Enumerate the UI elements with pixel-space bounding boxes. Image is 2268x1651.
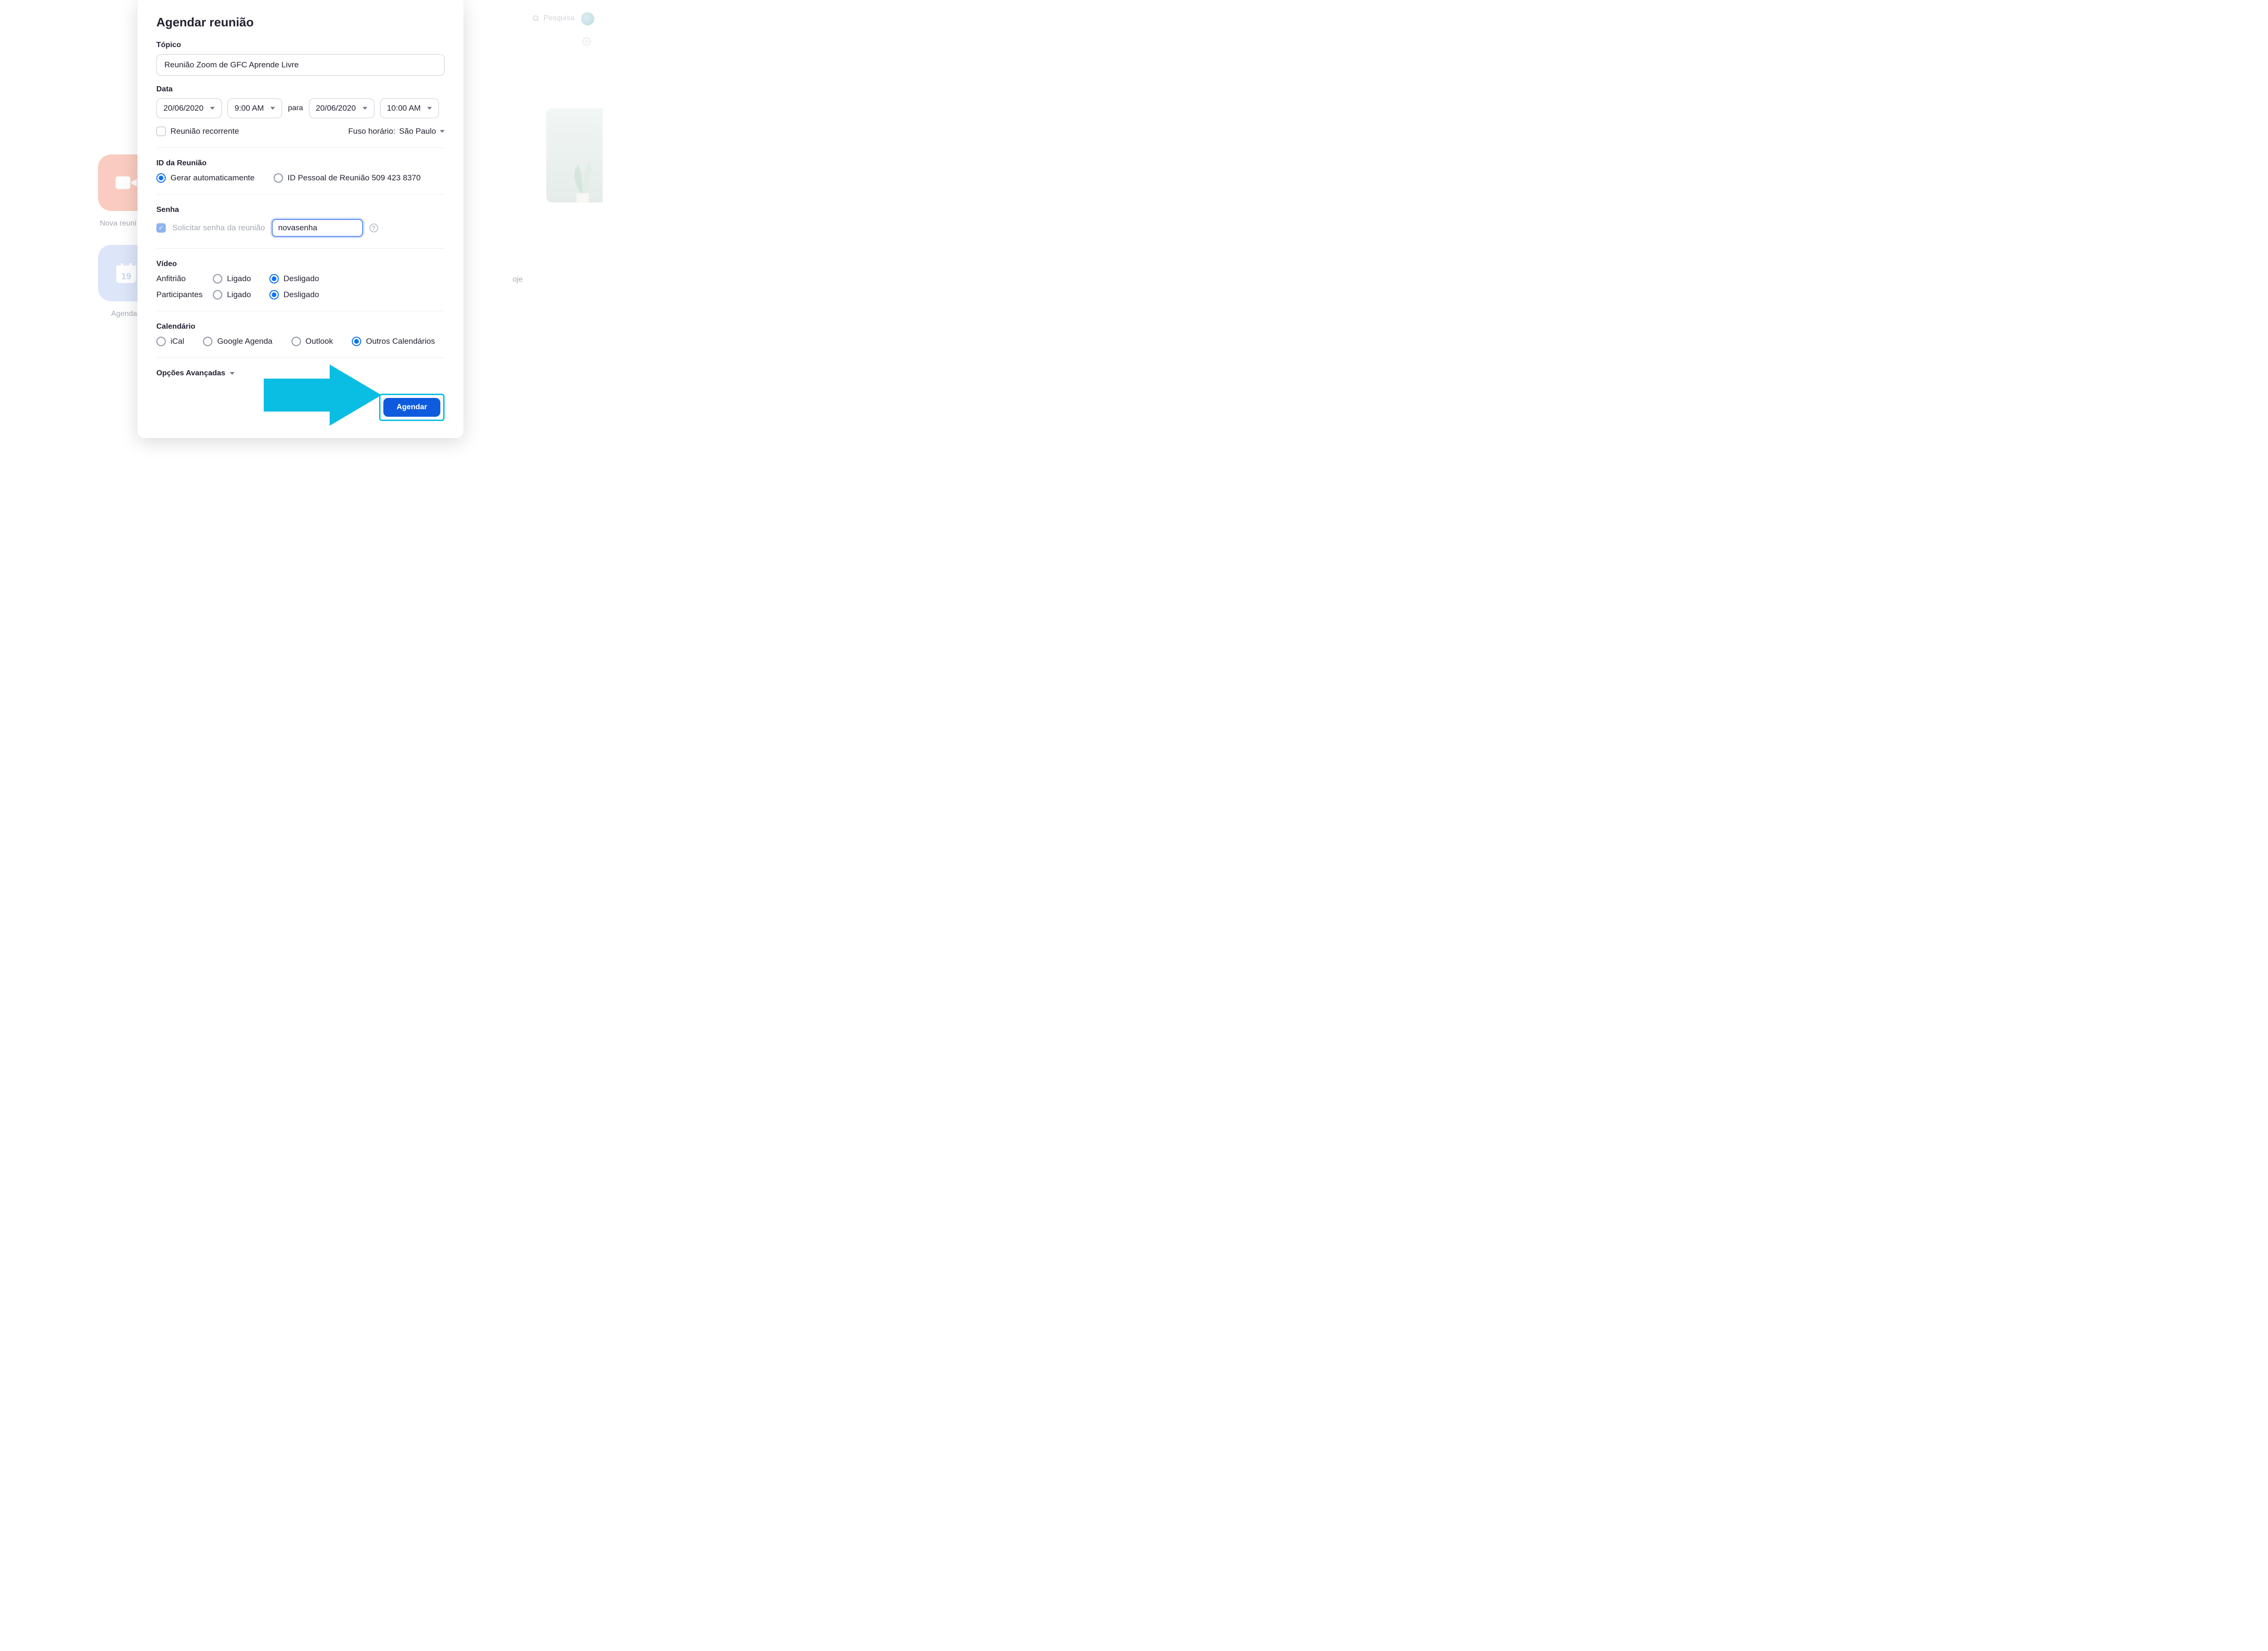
search-icon xyxy=(532,15,540,22)
radio-icon xyxy=(156,173,166,183)
schedule-tile-label: Agendar xyxy=(111,310,140,318)
chevron-down-icon xyxy=(427,107,432,110)
schedule-button[interactable]: Agendar xyxy=(383,398,440,417)
start-time-dropdown[interactable]: 9:00 AM xyxy=(227,98,282,118)
radio-icon xyxy=(274,173,283,183)
recurring-label: Reunião recorrente xyxy=(170,127,239,136)
globe-icon xyxy=(581,12,594,25)
participants-video-on-radio[interactable]: Ligado xyxy=(213,290,269,299)
video-label: Vídeo xyxy=(156,260,445,268)
host-video-off-radio[interactable]: Desligado xyxy=(269,274,335,283)
password-label: Senha xyxy=(156,206,445,214)
search-box: Pesquisa xyxy=(532,14,575,23)
new-meeting-label: Nova reuni xyxy=(100,219,136,228)
date-label: Data xyxy=(156,85,445,94)
radio-icon xyxy=(213,290,222,299)
divider xyxy=(156,147,445,148)
end-time-dropdown[interactable]: 10:00 AM xyxy=(380,98,439,118)
video-icon xyxy=(113,170,139,195)
chevron-down-icon xyxy=(440,130,445,133)
timezone-dropdown[interactable]: Fuso horário: São Paulo xyxy=(348,127,445,136)
end-date-dropdown[interactable]: 20/06/2020 xyxy=(309,98,374,118)
radio-icon xyxy=(292,337,301,346)
video-participants-label: Participantes xyxy=(156,290,213,299)
require-password-label: Solicitar senha da reunião xyxy=(172,223,265,233)
advanced-options-toggle[interactable]: Opções Avançadas xyxy=(156,369,445,378)
recurring-checkbox[interactable] xyxy=(156,127,166,136)
to-label: para xyxy=(288,104,303,113)
gear-icon xyxy=(582,37,591,49)
radio-icon xyxy=(352,337,361,346)
topic-input[interactable] xyxy=(156,54,445,76)
topic-label: Tópico xyxy=(156,41,445,49)
help-icon[interactable]: ? xyxy=(370,224,378,232)
meeting-id-auto-radio[interactable]: Gerar automaticamente xyxy=(156,173,255,183)
radio-icon xyxy=(269,274,279,283)
calendar-outlook-radio[interactable]: Outlook xyxy=(292,337,333,346)
calendar-other-radio[interactable]: Outros Calendários xyxy=(352,337,435,346)
radio-icon xyxy=(156,337,166,346)
svg-text:19: 19 xyxy=(122,271,131,281)
radio-icon xyxy=(203,337,212,346)
password-input[interactable] xyxy=(272,219,363,237)
chevron-down-icon xyxy=(270,107,275,110)
background-panel xyxy=(546,108,603,202)
chevron-down-icon xyxy=(230,372,235,375)
host-video-on-radio[interactable]: Ligado xyxy=(213,274,269,283)
schedule-meeting-modal: Agendar reunião Tópico Data 20/06/2020 9… xyxy=(138,0,463,438)
today-label: oje xyxy=(513,275,523,284)
calendar-label: Calendário xyxy=(156,323,445,331)
video-host-label: Anfitrião xyxy=(156,274,213,283)
modal-title: Agendar reunião xyxy=(156,15,445,30)
calendar-icon: 19 xyxy=(113,260,139,286)
chevron-down-icon xyxy=(363,107,367,110)
divider xyxy=(156,248,445,249)
recurring-checkbox-row[interactable]: Reunião recorrente xyxy=(156,127,239,136)
divider xyxy=(156,357,445,358)
schedule-button-highlight: Agendar xyxy=(379,394,445,421)
require-password-checkbox[interactable]: ✓ xyxy=(156,223,166,233)
calendar-google-radio[interactable]: Google Agenda xyxy=(203,337,272,346)
radio-icon xyxy=(213,274,222,283)
start-date-dropdown[interactable]: 20/06/2020 xyxy=(156,98,222,118)
meeting-id-personal-radio[interactable]: ID Pessoal de Reunião 509 423 8370 xyxy=(274,173,421,183)
radio-icon xyxy=(269,290,279,299)
meeting-id-label: ID da Reunião xyxy=(156,159,445,168)
calendar-ical-radio[interactable]: iCal xyxy=(156,337,184,346)
participants-video-off-radio[interactable]: Desligado xyxy=(269,290,335,299)
plant-icon xyxy=(566,146,599,202)
chevron-down-icon xyxy=(210,107,215,110)
search-placeholder: Pesquisa xyxy=(543,14,575,23)
